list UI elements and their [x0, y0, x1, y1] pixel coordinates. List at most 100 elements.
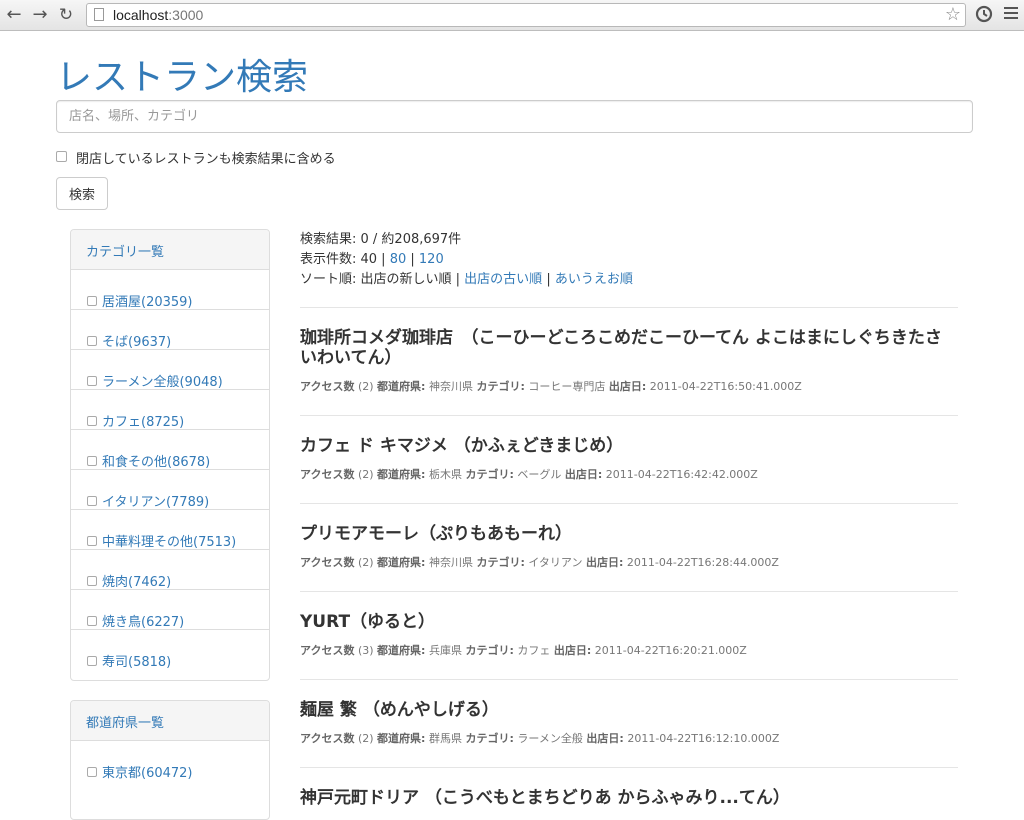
restaurant-name-link[interactable]: YURT（ゆると） — [300, 612, 958, 632]
category-link[interactable]: イタリアン(7789) — [102, 491, 209, 510]
restaurant-name-link[interactable]: 珈琲所コメダ珈琲店 （こーひーどころこめだこーひーてん よこはまにしぐちきたさい… — [300, 328, 958, 368]
prefecture-checkbox[interactable] — [87, 767, 97, 777]
category-checkbox[interactable] — [87, 296, 97, 306]
sort-oldest-link[interactable]: 出店の古い順 — [464, 272, 542, 287]
page-title: レストラン検索 — [56, 57, 309, 98]
category-item[interactable]: 寿司(5818) — [71, 630, 269, 670]
category-panel: カテゴリ一覧 居酒屋(20359) そば(9637) ラーメン全般(9048) カフェ… — [70, 229, 270, 681]
category-item[interactable]: 居酒屋(20359) — [71, 270, 269, 310]
page-icon — [94, 8, 104, 21]
pref-value: 栃木県 — [428, 468, 462, 481]
pref-label: 都道府県: — [377, 556, 426, 569]
restaurant-name-link[interactable]: 麺屋 繁 （めんやしげる） — [300, 700, 958, 720]
address-bar[interactable]: localhost:3000 ☆ — [86, 3, 966, 27]
category-item[interactable]: 中華料理その他(7513) — [71, 510, 269, 550]
result-item: プリモアモーレ（ぷりもあもーれ） アクセス数 (2) 都道府県: 神奈川県 カテゴ… — [300, 503, 958, 591]
category-link[interactable]: 居酒屋(20359) — [102, 291, 193, 310]
restaurant-name-link[interactable]: 神戸元町ドリア （こうべもとまちどりあ からふゃみり...てん） — [300, 788, 958, 808]
category-value: カフェ — [517, 644, 551, 657]
category-link[interactable]: 焼き鳥(6227) — [102, 611, 184, 630]
restaurant-name-link[interactable]: プリモアモーレ（ぷりもあもーれ） — [300, 524, 958, 544]
restaurant-details: アクセス数 (2) 都道府県: 栃木県 カテゴリ: ベーグル 出店日: 2011… — [300, 466, 758, 482]
search-button[interactable]: 検索 — [56, 177, 108, 210]
result-item: カフェ ド キマジメ （かふぇどきまじめ） アクセス数 (2) 都道府県: 栃木県… — [300, 415, 958, 503]
per-page-80-link[interactable]: 80 — [390, 252, 407, 267]
category-item[interactable]: ラーメン全般(9048) — [71, 350, 269, 390]
results-count: 検索結果: 0 / 約208,697件 — [300, 232, 462, 247]
category-checkbox[interactable] — [87, 656, 97, 666]
results-meta: 検索結果: 0 / 約208,697件 表示件数: 40 | 80 | 120 … — [300, 230, 633, 290]
access-label: アクセス数 — [300, 556, 355, 569]
opened-value: 2011-04-22T16:42:42.000Z — [605, 468, 758, 481]
category-panel-heading: カテゴリ一覧 — [71, 230, 269, 270]
category-checkbox[interactable] — [87, 616, 97, 626]
category-label: カテゴリ: — [465, 644, 514, 657]
category-value: ラーメン全般 — [517, 732, 583, 745]
category-item[interactable]: 焼き鳥(6227) — [71, 590, 269, 630]
access-label: アクセス数 — [300, 644, 355, 657]
category-checkbox[interactable] — [87, 376, 97, 386]
search-input[interactable] — [56, 100, 973, 133]
back-arrow-icon[interactable]: ← — [4, 4, 24, 26]
result-item: YURT（ゆると） アクセス数 (3) 都道府県: 兵庫県 カテゴリ: カフェ 出… — [300, 591, 958, 679]
opened-value: 2011-04-22T16:12:10.000Z — [627, 732, 780, 745]
per-page-120-link[interactable]: 120 — [419, 252, 444, 267]
reload-icon[interactable]: ↻ — [56, 4, 76, 26]
opened-label: 出店日: — [608, 380, 647, 393]
category-value: ベーグル — [517, 468, 562, 481]
category-link[interactable]: カフェ(8725) — [102, 411, 184, 430]
category-link[interactable]: ラーメン全般(9048) — [102, 371, 223, 390]
result-item: 神戸元町ドリア （こうべもとまちどりあ からふゃみり...てん） — [300, 767, 958, 808]
category-link[interactable]: 和食その他(8678) — [102, 451, 210, 470]
restaurant-details: アクセス数 (3) 都道府県: 兵庫県 カテゴリ: カフェ 出店日: 2011-… — [300, 642, 747, 658]
category-label: カテゴリ: — [476, 380, 525, 393]
category-item[interactable]: 焼肉(7462) — [71, 550, 269, 590]
access-count: (2) — [357, 468, 374, 481]
category-link[interactable]: そば(9637) — [102, 331, 171, 350]
prefecture-panel-heading: 都道府県一覧 — [71, 701, 269, 741]
restaurant-details: アクセス数 (2) 都道府県: 神奈川県 カテゴリ: イタリアン 出店日: 20… — [300, 554, 779, 570]
prefecture-item[interactable]: 東京都(60472) — [71, 741, 269, 781]
access-label: アクセス数 — [300, 468, 355, 481]
category-item[interactable]: カフェ(8725) — [71, 390, 269, 430]
access-count: (2) — [357, 732, 374, 745]
opened-label: 出店日: — [553, 644, 592, 657]
category-value: コーヒー専門店 — [528, 380, 606, 393]
category-checkbox[interactable] — [87, 536, 97, 546]
opened-value: 2011-04-22T16:28:44.000Z — [626, 556, 779, 569]
restaurant-name-link[interactable]: カフェ ド キマジメ （かふぇどきまじめ） — [300, 436, 958, 456]
category-checkbox[interactable] — [87, 416, 97, 426]
category-checkbox[interactable] — [87, 336, 97, 346]
opened-label: 出店日: — [585, 556, 624, 569]
sort-kana-link[interactable]: あいうえお順 — [555, 272, 633, 287]
category-link[interactable]: 中華料理その他(7513) — [102, 531, 236, 550]
category-label: カテゴリ: — [465, 732, 514, 745]
extension-icon[interactable] — [974, 4, 994, 24]
pref-value: 神奈川県 — [428, 380, 473, 393]
prefecture-link[interactable]: 東京都(60472) — [102, 762, 193, 781]
opened-value: 2011-04-22T16:50:41.000Z — [649, 380, 802, 393]
category-item[interactable]: そば(9637) — [71, 310, 269, 350]
prefecture-panel: 都道府県一覧 東京都(60472) — [70, 700, 270, 820]
pref-label: 都道府県: — [377, 380, 426, 393]
result-item: 珈琲所コメダ珈琲店 （こーひーどころこめだこーひーてん よこはまにしぐちきたさい… — [300, 307, 958, 415]
access-label: アクセス数 — [300, 732, 355, 745]
category-checkbox[interactable] — [87, 456, 97, 466]
category-checkbox[interactable] — [87, 496, 97, 506]
opened-label: 出店日: — [586, 732, 624, 745]
per-page-selector: 表示件数: 40 | 80 | 120 — [300, 252, 444, 267]
restaurant-details: アクセス数 (2) 都道府県: 群馬県 カテゴリ: ラーメン全般 出店日: 20… — [300, 730, 779, 746]
category-item[interactable]: イタリアン(7789) — [71, 470, 269, 510]
bookmark-star-icon[interactable]: ☆ — [945, 4, 961, 25]
pref-value: 神奈川県 — [428, 556, 473, 569]
access-count: (3) — [357, 644, 374, 657]
category-link[interactable]: 焼肉(7462) — [102, 571, 171, 590]
forward-arrow-icon[interactable]: → — [30, 4, 50, 26]
category-checkbox[interactable] — [87, 576, 97, 586]
category-item[interactable]: 和食その他(8678) — [71, 430, 269, 470]
menu-icon[interactable] — [1004, 7, 1018, 19]
pref-label: 都道府県: — [377, 644, 426, 657]
include-closed-label: 閉店しているレストランも検索結果に含める — [76, 152, 336, 167]
include-closed-checkbox[interactable] — [56, 151, 67, 162]
category-link[interactable]: 寿司(5818) — [102, 651, 171, 670]
